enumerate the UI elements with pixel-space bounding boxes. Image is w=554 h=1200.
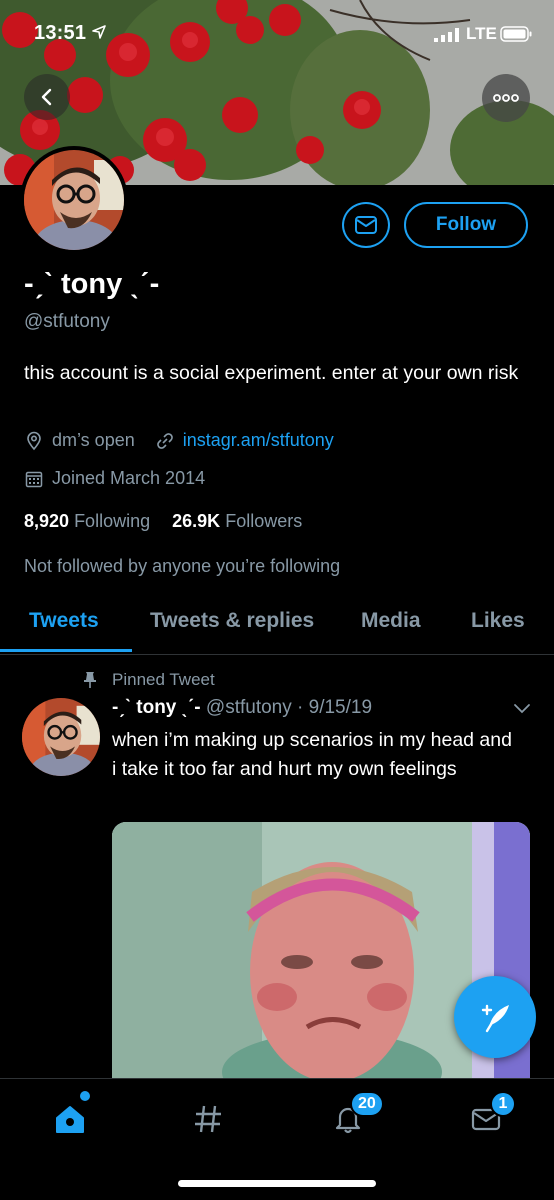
following-count: 8,920	[24, 511, 70, 531]
tweet-avatar-image	[22, 698, 100, 776]
tab-tweets-replies[interactable]: Tweets & replies	[150, 609, 314, 633]
compose-tweet-button[interactable]	[454, 976, 536, 1058]
followed-by-text: Not followed by anyone you’re following	[24, 556, 341, 576]
tweet-handle-date: @stfutony · 9/15/19	[205, 697, 373, 718]
active-tab-indicator	[0, 649, 132, 652]
status-time: 13:51	[34, 22, 87, 44]
home-indicator-bar	[178, 1180, 376, 1187]
messages-badge: 1	[490, 1091, 516, 1117]
nav-explore[interactable]	[188, 1099, 228, 1139]
profile-avatar[interactable]	[20, 146, 128, 254]
avatar-image	[24, 150, 124, 250]
followers-count: 26.9K	[172, 511, 221, 531]
tab-likes[interactable]: Likes	[471, 609, 525, 633]
signal-icon	[434, 28, 459, 42]
carrier-label: LTE	[466, 24, 497, 43]
home-icon	[56, 1106, 84, 1133]
tweet-text: when i’m making up scenarios in my head …	[112, 729, 512, 780]
link-icon	[156, 432, 173, 449]
joined-text: Joined March 2014	[52, 468, 206, 488]
tweet-header: -ˏˋ tony ˎˊ- @stfutony · 9/15/19	[112, 697, 372, 719]
profile-tabs: Tweets Tweets & replies Media Likes	[0, 597, 554, 655]
location-icon	[27, 431, 41, 450]
chevron-down-icon[interactable]	[512, 702, 532, 716]
follow-counts: 8,920 Following 26.9K Followers	[24, 511, 302, 532]
followers-label: Followers	[225, 511, 303, 531]
display-name: -ˏˋ tony ˎˊ-	[24, 268, 160, 300]
status-bar: 13:51 LTE	[0, 0, 554, 64]
mail-icon	[355, 216, 377, 234]
tab-media[interactable]: Media	[361, 609, 421, 633]
pin-icon	[84, 672, 96, 688]
website-link[interactable]: instagr.am/stfutony	[183, 430, 334, 451]
tweet-avatar[interactable]	[22, 698, 100, 776]
location-arrow-icon	[92, 25, 106, 39]
compose-icon	[481, 1004, 509, 1033]
tab-tweets[interactable]: Tweets	[29, 609, 99, 633]
message-button[interactable]	[342, 202, 390, 248]
following-label: Following	[74, 511, 151, 531]
profile-bio: this account is a social experiment. ent…	[24, 362, 519, 384]
following-stat[interactable]: 8,920 Following	[24, 511, 150, 531]
profile-meta-joined: Joined March 2014	[24, 468, 205, 489]
pinned-tweet-label: Pinned Tweet	[82, 670, 215, 690]
battery-icon	[500, 26, 532, 42]
location-text: dm’s open	[52, 430, 135, 450]
profile-handle: @stfutony	[24, 311, 110, 332]
followers-stat[interactable]: 26.9K Followers	[172, 511, 302, 531]
more-icon	[493, 94, 519, 102]
back-button[interactable]	[24, 74, 70, 120]
profile-meta-location-link: dm’s open instagr.am/stfutony	[24, 430, 334, 451]
calendar-icon	[25, 471, 43, 487]
notifications-badge: 20	[350, 1091, 384, 1117]
back-icon	[41, 88, 52, 106]
pinned-text: Pinned Tweet	[112, 670, 215, 689]
home-new-indicator	[80, 1091, 90, 1101]
follow-button[interactable]: Follow	[404, 202, 528, 248]
more-options-button[interactable]	[482, 74, 530, 122]
hashtag-icon	[195, 1105, 221, 1133]
tweet-author-name[interactable]: -ˏˋ tony ˎˊ-	[112, 697, 201, 718]
nav-home[interactable]	[50, 1099, 90, 1139]
avatar	[24, 150, 124, 250]
